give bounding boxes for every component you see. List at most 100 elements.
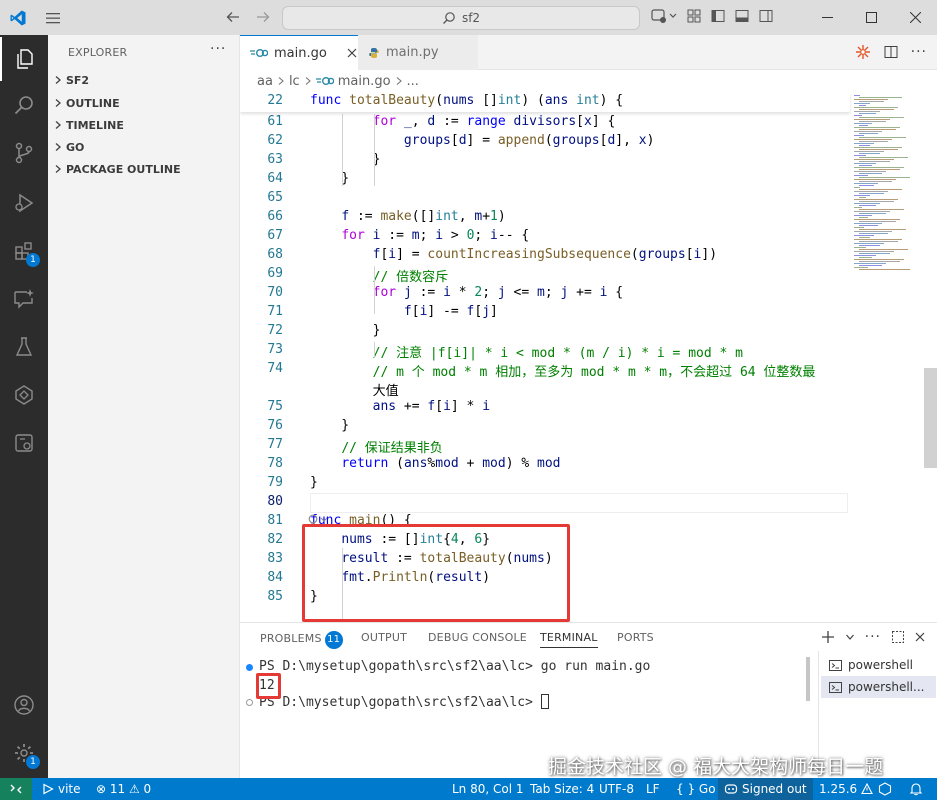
toggle-primary-sidebar-icon[interactable]	[710, 8, 726, 24]
hamburger-menu-icon[interactable]	[35, 0, 71, 35]
breadcrumb-file[interactable]: main.go	[338, 74, 391, 89]
close-window-button[interactable]	[893, 0, 937, 35]
accounts-activity-button[interactable]	[0, 683, 48, 727]
run-debug-activity-button[interactable]	[0, 181, 48, 225]
section-label: OUTLINE	[66, 96, 120, 110]
maximize-panel-icon[interactable]	[891, 630, 905, 644]
sticky-scroll-header[interactable]: 22 func totalBeauty(nums []int) (ans int…	[240, 92, 850, 112]
indent-guide	[374, 114, 375, 186]
toggle-secondary-sidebar-icon[interactable]	[758, 8, 774, 24]
remote-explorer-activity-button[interactable]	[0, 373, 48, 417]
tab-main-py[interactable]: main.py	[358, 35, 478, 70]
minimap[interactable]	[852, 92, 924, 622]
code-line: f := make([]int, m+1)	[341, 209, 506, 224]
maximize-button[interactable]	[849, 0, 893, 35]
line-number: 78	[267, 456, 283, 471]
section-go[interactable]: GO	[48, 136, 240, 158]
minimap-line	[854, 131, 882, 132]
vite-status[interactable]: vite	[42, 778, 81, 800]
vertical-scrollbar[interactable]	[924, 368, 937, 468]
breadcrumb-symbol[interactable]: ...	[407, 74, 419, 89]
minimap-line	[854, 263, 886, 264]
code-line: for i := m; i > 0; i-- {	[341, 228, 530, 243]
minimap-line	[859, 137, 906, 138]
manage-activity-button[interactable]: 1	[0, 731, 48, 775]
source-control-activity-button[interactable]	[0, 131, 48, 175]
line-number: 80	[267, 494, 283, 509]
container-icon	[12, 431, 36, 455]
more-actions-icon[interactable]: ···	[911, 44, 927, 60]
tab-problems[interactable]: PROBLEMS 11	[260, 631, 343, 649]
code-line: // 保证结果非负	[341, 441, 443, 456]
minimap-line	[859, 201, 894, 202]
breadcrumb-lc[interactable]: lc	[289, 74, 300, 89]
chat-activity-button[interactable]	[0, 277, 48, 321]
eol-status[interactable]: LF	[646, 778, 660, 800]
breadcrumb-aa[interactable]: aa	[257, 74, 273, 89]
explorer-more-actions[interactable]: ···	[210, 41, 226, 57]
sparkle-ai-icon[interactable]	[855, 44, 871, 60]
split-editor-icon[interactable]	[883, 44, 899, 60]
new-terminal-icon[interactable]	[821, 630, 835, 644]
customize-layout-icon[interactable]	[686, 8, 702, 24]
remote-indicator-button[interactable]	[0, 778, 32, 800]
command-success-dot[interactable]	[246, 664, 253, 671]
tab-output[interactable]: OUTPUT	[361, 631, 407, 644]
copilot-icon	[724, 782, 738, 796]
section-timeline[interactable]: TIMELINE	[48, 114, 240, 136]
chevron-down-icon[interactable]	[845, 632, 855, 642]
close-panel-icon[interactable]	[915, 632, 925, 642]
problems-status[interactable]: ⊗ 11 ⚠ 0	[96, 778, 151, 800]
minimap-line	[854, 115, 862, 116]
minimap-line	[854, 119, 890, 120]
terminal-scrollbar[interactable]	[806, 657, 810, 701]
tab-size-status[interactable]: Tab Size: 4	[530, 778, 594, 800]
chevron-right-icon	[48, 142, 66, 152]
more-actions-icon[interactable]: ···	[865, 629, 881, 645]
terminal-item-1[interactable]: powershell	[821, 654, 936, 676]
minimap-line	[854, 139, 892, 140]
toggle-panel-icon[interactable]	[734, 8, 750, 24]
go-version-status[interactable]: 1.25.6	[819, 778, 874, 800]
tab-terminal[interactable]: TERMINAL	[540, 631, 598, 648]
minimap-line	[854, 99, 888, 100]
title-bar: sf2	[0, 0, 937, 35]
close-tab-icon[interactable]	[347, 48, 357, 58]
minimap-line	[859, 261, 900, 262]
language-status[interactable]: { } Go	[676, 778, 716, 800]
command-center-search[interactable]: sf2	[282, 6, 640, 30]
forward-arrow-icon[interactable]	[254, 8, 272, 26]
minimize-button[interactable]	[805, 0, 849, 35]
section-package-outline[interactable]: PACKAGE OUTLINE	[48, 158, 240, 180]
line-number: 75	[267, 399, 283, 414]
search-icon	[12, 93, 36, 117]
testing-activity-button[interactable]	[0, 325, 48, 369]
tab-debug-console[interactable]: DEBUG CONSOLE	[428, 631, 527, 644]
copilot-status[interactable]: Signed out	[718, 778, 813, 800]
extensions-activity-button[interactable]: 1	[0, 229, 48, 273]
explorer-activity-button[interactable]	[0, 37, 48, 81]
tab-main-go[interactable]: main.go	[240, 35, 358, 70]
search-activity-button[interactable]	[0, 83, 48, 127]
section-sf2[interactable]: SF2	[48, 69, 240, 91]
notifications-status[interactable]	[909, 778, 923, 800]
line-number: 66	[267, 209, 283, 224]
tab-ports[interactable]: PORTS	[617, 631, 654, 644]
encoding-status[interactable]: UTF-8	[599, 778, 634, 800]
command-pending-dot	[246, 699, 253, 706]
minimap-line	[859, 229, 906, 230]
terminal-item-2[interactable]: powershell...	[821, 676, 936, 698]
section-outline[interactable]: OUTLINE	[48, 92, 240, 114]
remote-explorer-status[interactable]	[878, 778, 892, 800]
terminal-icon	[829, 681, 842, 694]
terminal-line-3[interactable]: PS D:\mysetup\gopath\src\sf2\aa\lc>	[259, 694, 549, 710]
code-editor[interactable]: 61 for _, d := range divisors[x] {62 gro…	[240, 92, 937, 622]
sticky-line-text: func totalBeauty(nums []int) (ans int) {	[310, 93, 624, 108]
minimap-line	[859, 105, 866, 106]
back-arrow-icon[interactable]	[224, 8, 242, 26]
copilot-icon[interactable]	[650, 7, 678, 25]
minimap-line	[859, 165, 872, 166]
cursor-position-status[interactable]: Ln 80, Col 1	[452, 778, 524, 800]
docker-activity-button[interactable]	[0, 421, 48, 465]
remote-icon	[9, 782, 23, 796]
